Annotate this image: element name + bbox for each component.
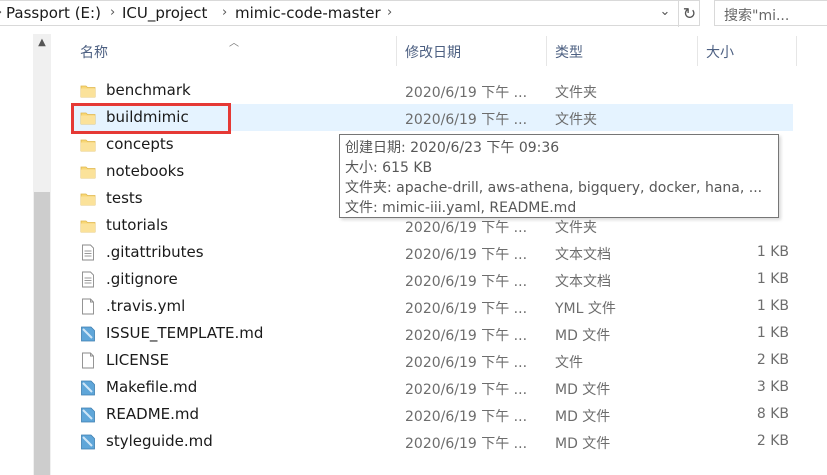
chevron-down-icon[interactable]: ⌄ — [656, 4, 674, 24]
file-name: Makefile.md — [106, 378, 198, 396]
folder-icon — [80, 136, 96, 153]
sort-ascending-icon: ︿ — [229, 38, 239, 49]
file-name: benchmark — [106, 81, 191, 99]
scroll-up-arrow-icon[interactable]: ▲ — [33, 34, 51, 52]
file-row-travis-yml[interactable]: .travis.yml 2020/6/19 下午 ... YML 文件 1 KB — [71, 293, 793, 320]
scrollbar-thumb[interactable] — [34, 192, 50, 475]
text-file-icon — [80, 271, 96, 288]
file-size: 3 KB — [756, 379, 789, 395]
file-name: tests — [106, 189, 143, 207]
file-row-gitignore[interactable]: .gitignore 2020/6/19 下午 ... 文本文档 1 KB — [71, 266, 793, 293]
file-type: 文件夹 — [555, 85, 597, 101]
column-divider[interactable] — [396, 36, 397, 66]
column-divider[interactable] — [546, 36, 547, 66]
column-header-date[interactable]: 修改日期 — [405, 42, 461, 62]
file-type: MD 文件 — [555, 328, 611, 344]
tooltip-folders: 文件夹: apache-drill, aws-athena, bigquery,… — [345, 180, 763, 196]
file-row-styleguide-md[interactable]: styleguide.md 2020/6/19 下午 ... MD 文件 2 KB — [71, 428, 793, 455]
file-row-gitattributes[interactable]: .gitattributes 2020/6/19 下午 ... 文本文档 1 KB — [71, 239, 793, 266]
folder-icon — [80, 190, 96, 207]
md-file-icon — [80, 433, 96, 450]
file-size: 1 KB — [756, 298, 789, 314]
file-modified-date: 2020/6/19 下午 ... — [405, 274, 528, 290]
chevron-right-icon[interactable]: › — [387, 5, 392, 20]
tooltip-size: 大小: 615 KB — [345, 160, 433, 176]
annotation-highlight-box — [71, 103, 231, 134]
folder-icon — [80, 217, 96, 234]
file-size: 2 KB — [756, 433, 789, 449]
file-modified-date: 2020/6/19 下午 ... — [405, 301, 528, 317]
tooltip-files: 文件: mimic-iii.yaml, README.md — [345, 200, 577, 216]
blank-file-icon — [80, 352, 96, 369]
md-file-icon — [80, 325, 96, 342]
file-modified-date: 2020/6/19 下午 ... — [405, 328, 528, 344]
refresh-icon[interactable]: ↻ — [678, 1, 700, 27]
file-name: LICENSE — [106, 351, 169, 369]
search-input[interactable]: 搜索"mi... — [714, 0, 827, 26]
file-name: .gitignore — [106, 270, 178, 288]
column-divider[interactable] — [796, 36, 797, 66]
file-modified-date: 2020/6/19 下午 ... — [405, 85, 528, 101]
file-type: 文本文档 — [555, 247, 611, 263]
file-modified-date: 2020/6/19 下午 ... — [405, 247, 528, 263]
column-header-name[interactable]: 名称 — [80, 42, 108, 62]
file-row-license[interactable]: LICENSE 2020/6/19 下午 ... 文件 2 KB — [71, 347, 793, 374]
text-file-icon — [80, 244, 96, 261]
column-header-size[interactable]: 大小 — [706, 42, 734, 62]
file-type: MD 文件 — [555, 436, 611, 452]
file-size: 8 KB — [756, 406, 789, 422]
file-modified-date: 2020/6/19 下午 ... — [405, 382, 528, 398]
chevron-right-icon[interactable]: › — [0, 5, 2, 20]
chevron-right-icon[interactable]: › — [110, 5, 115, 20]
md-file-icon — [80, 406, 96, 423]
file-modified-date: 2020/6/19 下午 ... — [405, 220, 528, 236]
file-type: 文本文档 — [555, 274, 611, 290]
file-type: 文件夹 — [555, 220, 597, 236]
vertical-scrollbar[interactable]: ▲ — [33, 34, 51, 475]
file-row-makefile-md[interactable]: Makefile.md 2020/6/19 下午 ... MD 文件 3 KB — [71, 374, 793, 401]
folder-info-tooltip: 创建日期: 2020/6/23 下午 09:36 大小: 615 KB 文件夹:… — [339, 134, 779, 218]
file-type: 文件 — [555, 355, 583, 371]
file-name: styleguide.md — [106, 432, 213, 450]
blank-file-icon — [80, 298, 96, 315]
file-name: concepts — [106, 135, 174, 153]
file-size: 1 KB — [756, 244, 789, 260]
file-name: notebooks — [106, 162, 185, 180]
folder-icon — [80, 82, 96, 99]
breadcrumb-drive[interactable]: Passport (E:) — [6, 4, 101, 22]
file-type: 文件夹 — [555, 112, 597, 128]
breadcrumb-mimic-code-master[interactable]: mimic-code-master — [235, 4, 381, 22]
tooltip-created-date: 创建日期: 2020/6/23 下午 09:36 — [345, 140, 560, 156]
file-name: .travis.yml — [106, 297, 186, 315]
file-row-readme-md[interactable]: README.md 2020/6/19 下午 ... MD 文件 8 KB — [71, 401, 793, 428]
file-size: 1 KB — [756, 325, 789, 341]
file-name: README.md — [106, 405, 200, 423]
file-name: ISSUE_TEMPLATE.md — [106, 324, 264, 342]
file-size: 1 KB — [756, 271, 789, 287]
folder-icon — [80, 163, 96, 180]
file-type: YML 文件 — [555, 301, 616, 317]
file-modified-date: 2020/6/19 下午 ... — [405, 409, 528, 425]
md-file-icon — [80, 379, 96, 396]
chevron-right-icon[interactable]: › — [222, 5, 227, 20]
column-header-type[interactable]: 类型 — [555, 42, 583, 62]
file-name: .gitattributes — [106, 243, 204, 261]
file-type: MD 文件 — [555, 382, 611, 398]
file-name: tutorials — [106, 216, 168, 234]
file-size: 2 KB — [756, 352, 789, 368]
file-row-issue-template-md[interactable]: ISSUE_TEMPLATE.md 2020/6/19 下午 ... MD 文件 1 … — [71, 320, 793, 347]
column-divider[interactable] — [697, 36, 698, 66]
file-row-benchmark[interactable]: benchmark 2020/6/19 下午 ... 文件夹 — [71, 77, 793, 104]
file-modified-date: 2020/6/19 下午 ... — [405, 112, 528, 128]
breadcrumb-icu-project[interactable]: ICU_project — [122, 4, 207, 22]
file-modified-date: 2020/6/19 下午 ... — [405, 436, 528, 452]
file-type: MD 文件 — [555, 409, 611, 425]
file-modified-date: 2020/6/19 下午 ... — [405, 355, 528, 371]
address-bar[interactable]: › Passport (E:) › ICU_project › mimic-co… — [0, 0, 700, 27]
